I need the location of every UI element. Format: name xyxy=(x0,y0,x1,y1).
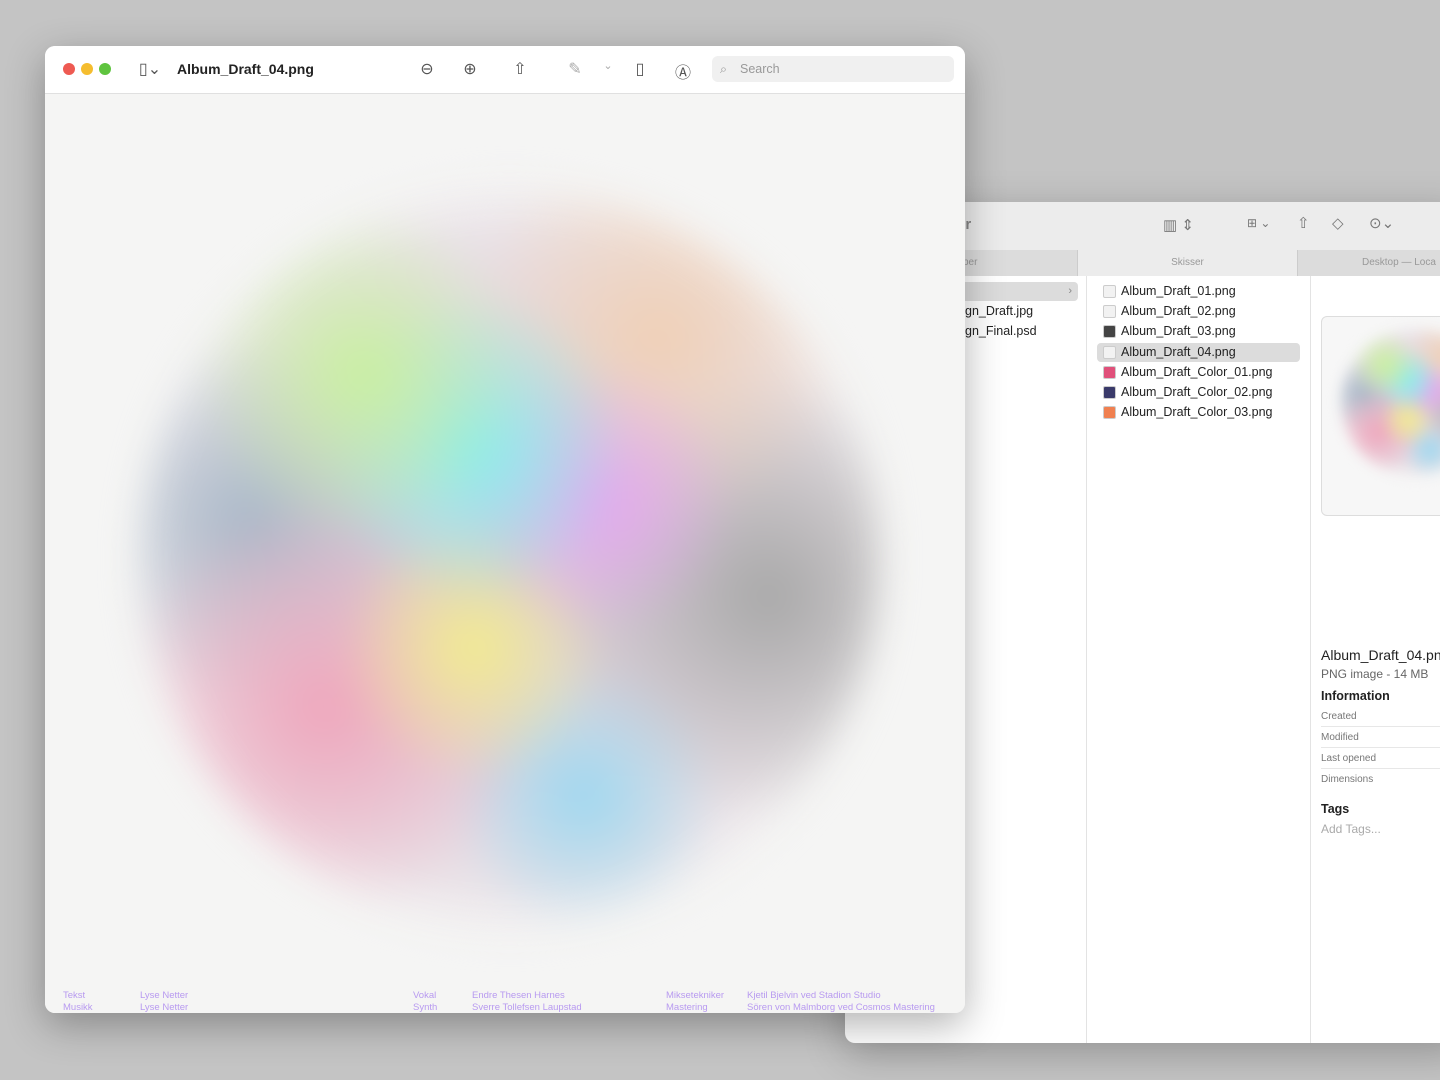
credits-col2-labels: VokalSynthGitarBassTrommer xyxy=(413,990,451,1013)
file-name: Album_Draft_Color_02.png xyxy=(1121,385,1273,399)
info-last-opened: Last opened xyxy=(1321,748,1440,769)
file-name: Album_Draft_Color_03.png xyxy=(1121,405,1273,420)
file-item[interactable]: Album_Draft_01.png xyxy=(1097,282,1300,301)
column-view-icon[interactable]: ▥ ⇕ xyxy=(1163,216,1194,234)
zoom-out-icon[interactable]: ⊖ xyxy=(416,59,438,79)
credits-col3-values: Kjetil Bjelvin ved Stadion Studio Sören v… xyxy=(747,990,958,1013)
file-name: Album_Draft_03.png xyxy=(1121,324,1236,339)
file-thumbnail-icon xyxy=(1103,305,1116,319)
file-item[interactable]: Album_Draft_Color_03.png xyxy=(1097,403,1300,422)
gradient-artwork xyxy=(140,189,880,929)
information-heading: Information xyxy=(1321,689,1390,703)
file-thumbnail-icon xyxy=(1103,386,1116,399)
rotate-icon[interactable]: ▯ xyxy=(629,59,651,79)
info-created: Created xyxy=(1321,706,1440,727)
info-filename: Album_Draft_04.png xyxy=(1321,647,1440,663)
credit-line: Sören von Malmborg ved Cosmos Mastering xyxy=(747,1002,935,1013)
file-thumbnail-icon xyxy=(1103,325,1116,339)
column-skisser: Album_Draft_01.png Album_Draft_02.png Albu… xyxy=(1087,276,1311,1043)
markup-pen-icon[interactable]: ✎ xyxy=(564,59,586,79)
info-kind: PNG image - 14 MB xyxy=(1321,667,1429,681)
credit-line: Lyse Netter xyxy=(140,1002,189,1013)
file-item[interactable]: Album_Draft_Color_01.png xyxy=(1097,363,1300,382)
credit-line: Mastering xyxy=(666,1002,708,1013)
chevron-down-icon[interactable]: ⌄ xyxy=(597,59,619,72)
file-thumbnail-icon xyxy=(1103,285,1116,298)
file-item[interactable]: gn_Draft.jpg xyxy=(965,302,1086,321)
file-name: Album_Draft_02.png xyxy=(1121,304,1236,319)
file-name: Album_Draft_Color_01.png xyxy=(1121,364,1273,379)
credits-col3-labels: MikseteknikerMasteringProduksjonCo-produ… xyxy=(666,990,728,1013)
share-icon[interactable]: ⇧ xyxy=(509,59,531,79)
preview-pane: Album_Draft_04.png PNG image - 14 MB Inf… xyxy=(1311,276,1440,1043)
sidebar-toggle-icon[interactable]: ▯⌄ xyxy=(133,59,167,79)
credit-line: Tekst xyxy=(63,990,86,1001)
image-canvas: TekstMusikkArtworkUtgittSpilt inn Lyse N… xyxy=(45,94,965,1013)
group-icon[interactable]: ⊞ ⌄ xyxy=(1247,216,1270,230)
file-item[interactable]: gn_Final.psd xyxy=(965,322,1086,341)
credit-line: Endre Thesen Harnes xyxy=(472,990,565,1001)
file-name: Album_Draft_04.png xyxy=(1121,344,1236,359)
credit-line: Vokal xyxy=(413,990,437,1001)
file-item[interactable]: Album_Draft_02.png xyxy=(1097,302,1300,321)
credit-line: Synth xyxy=(413,1002,438,1013)
file-thumbnail-icon xyxy=(1103,406,1116,420)
credit-line: Kjetil Bjelvin ved Stadion Studio xyxy=(747,990,881,1001)
minimize-button[interactable] xyxy=(81,63,93,75)
credits-col2-values: Endre Thesen Harnes Sverre Tollefsen Laup… xyxy=(472,990,582,1013)
credit-line: Miksetekniker xyxy=(666,990,725,1001)
info-modified: Modified xyxy=(1321,727,1440,748)
share-icon[interactable]: ⇧ xyxy=(1297,214,1310,232)
more-icon[interactable]: ⊙⌄ xyxy=(1369,214,1394,232)
info-dimensions: Dimensions xyxy=(1321,774,1374,785)
tab-skisser[interactable]: Skisser xyxy=(1078,250,1298,276)
tags-heading: Tags xyxy=(1321,802,1350,816)
credits-col1-values: Lyse NetterLyse NetterChristian HusanLab… xyxy=(140,990,317,1013)
add-tags-input[interactable]: Add Tags... xyxy=(1321,822,1381,836)
tag-icon[interactable]: ◇ xyxy=(1332,214,1344,232)
credit-line: Lyse Netter xyxy=(140,990,189,1001)
file-name: Album_Draft_01.png xyxy=(1121,284,1236,298)
file-preview-thumbnail xyxy=(1321,316,1440,516)
search-icon: ⌕ xyxy=(720,62,728,76)
file-item[interactable]: Album_Draft_Color_02.png xyxy=(1097,383,1300,402)
search-input[interactable]: ⌕ Search xyxy=(712,56,954,82)
file-thumbnail-icon xyxy=(1103,365,1116,379)
markup-icon[interactable]: Ⓐ xyxy=(672,59,694,83)
credit-line: Sverre Tollefsen Laupstad xyxy=(472,1002,582,1013)
folder-item-selected[interactable]: › xyxy=(955,282,1078,301)
file-item[interactable]: Album_Draft_04.png xyxy=(1097,342,1300,362)
zoom-button[interactable] xyxy=(99,63,111,75)
preview-window: ▯⌄ Album_Draft_04.png ⊖ ⊕ ⇧ ✎ ⌄ ▯ Ⓐ ⌕ Sea… xyxy=(45,46,965,1013)
credit-line: Musikk xyxy=(63,1002,93,1013)
file-item[interactable]: Album_Draft_03.png xyxy=(1097,322,1300,341)
document-title: Album_Draft_04.png xyxy=(177,61,314,77)
preview-toolbar: ▯⌄ Album_Draft_04.png ⊖ ⊕ ⇧ ✎ ⌄ ▯ Ⓐ ⌕ Sea… xyxy=(45,46,965,94)
credits-col1-labels: TekstMusikkArtworkUtgittSpilt inn xyxy=(63,990,97,1013)
zoom-in-icon[interactable]: ⊕ xyxy=(459,59,481,79)
close-button[interactable] xyxy=(63,63,75,75)
tab-desktop[interactable]: Desktop — Loca xyxy=(1298,250,1440,276)
file-thumbnail-icon xyxy=(1103,345,1116,359)
